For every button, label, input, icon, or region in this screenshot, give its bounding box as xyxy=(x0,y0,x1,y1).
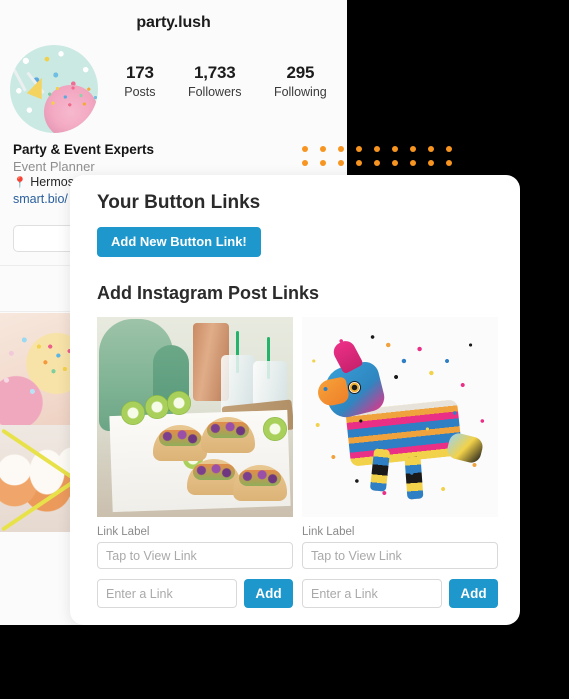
panel-title: Your Button Links xyxy=(97,192,261,213)
stat-posts[interactable]: 173 Posts xyxy=(124,63,155,99)
stat-following[interactable]: 295 Following xyxy=(274,63,327,99)
stat-followers-value: 1,733 xyxy=(193,63,236,82)
cocktail-straws-decor xyxy=(0,425,81,532)
screenshot-root: party.lush 173 Posts 1,733 Followers 295… xyxy=(0,0,569,699)
dot-grid-decoration xyxy=(302,146,452,166)
add-button[interactable]: Add xyxy=(244,579,293,608)
button-links-panel: Your Button Links Add New Button Link! A… xyxy=(70,175,520,625)
dot xyxy=(320,146,326,152)
link-label-input[interactable] xyxy=(97,542,293,569)
lime-decor xyxy=(121,401,145,425)
sprinkles-decor xyxy=(0,313,81,425)
stat-posts-value: 173 xyxy=(125,63,154,82)
link-label-caption: Link Label xyxy=(97,526,150,538)
link-label-caption: Link Label xyxy=(302,526,355,538)
add-new-button-link-button[interactable]: Add New Button Link! xyxy=(97,227,261,257)
stat-following-value: 295 xyxy=(286,63,315,82)
link-url-row: Add xyxy=(97,579,293,608)
dot xyxy=(392,146,398,152)
lime-decor xyxy=(167,391,191,415)
dot xyxy=(320,160,326,166)
post-link-card: Link Label Add xyxy=(302,317,498,608)
backdrop-black-bottom xyxy=(0,625,569,699)
avatar[interactable] xyxy=(10,45,98,133)
dot xyxy=(338,160,344,166)
dot xyxy=(410,160,416,166)
dot xyxy=(446,160,452,166)
bio-location-text: Hermos xyxy=(30,175,74,189)
pinata-confetti-photo[interactable] xyxy=(302,317,498,517)
dot xyxy=(392,160,398,166)
dot xyxy=(356,146,362,152)
stat-following-label: Following xyxy=(273,85,327,99)
profile-stats: 173 Posts 1,733 Followers 295 Following xyxy=(108,63,343,99)
link-url-input[interactable] xyxy=(97,579,237,608)
dot xyxy=(356,160,362,166)
bio-location: 📍 Hermos xyxy=(13,175,74,189)
lime-decor xyxy=(263,417,287,441)
dot xyxy=(446,146,452,152)
stat-followers[interactable]: 1,733 Followers xyxy=(188,63,242,99)
panel-subtitle: Add Instagram Post Links xyxy=(97,283,320,303)
add-button[interactable]: Add xyxy=(449,579,498,608)
dot xyxy=(374,160,380,166)
avatar-sprinkles-decor xyxy=(44,83,98,111)
dot xyxy=(428,146,434,152)
stat-posts-label: Posts xyxy=(124,85,156,99)
profile-grid-photo-donut[interactable] xyxy=(0,313,81,425)
dot xyxy=(428,160,434,166)
dot xyxy=(374,146,380,152)
confetti-burst-decor xyxy=(302,317,498,517)
lime-decor xyxy=(145,395,169,419)
donut-sprinkles-photo xyxy=(0,313,81,425)
link-label-input[interactable] xyxy=(302,542,498,569)
post-links-list: Link Label Add xyxy=(97,317,498,608)
dot xyxy=(410,146,416,152)
link-url-row: Add xyxy=(302,579,498,608)
dot xyxy=(302,146,308,152)
bio-category: Event Planner xyxy=(13,159,95,174)
link-url-input[interactable] xyxy=(302,579,442,608)
page-title: party.lush xyxy=(136,14,211,31)
bio-display-name: Party & Event Experts xyxy=(13,142,155,157)
stat-followers-label: Followers xyxy=(187,85,242,99)
post-link-card: Link Label Add xyxy=(97,317,293,608)
dot xyxy=(302,160,308,166)
bio-link[interactable]: smart.bio/ xyxy=(13,192,68,206)
dot xyxy=(338,146,344,152)
profile-grid-photo-cocktails[interactable] xyxy=(0,425,81,532)
taco-platter-photo[interactable] xyxy=(97,317,293,517)
cocktail-glasses-photo xyxy=(0,425,81,532)
location-pin-icon: 📍 xyxy=(13,177,27,189)
